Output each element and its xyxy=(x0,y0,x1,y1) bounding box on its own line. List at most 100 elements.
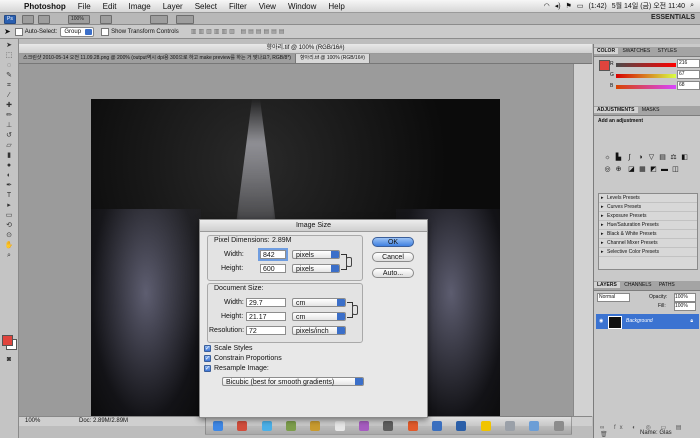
stamp-tool-icon[interactable]: ⊥ xyxy=(4,122,14,129)
quick-select-tool-icon[interactable]: ✎ xyxy=(4,72,14,79)
eraser-tool-icon[interactable]: ▱ xyxy=(4,142,14,149)
invert-icon[interactable]: ◪ xyxy=(627,166,636,174)
doc-height-input[interactable]: 21.17 xyxy=(246,312,286,321)
doc-width-unit-select[interactable]: cm xyxy=(292,298,346,307)
gradient-tool-icon[interactable]: ▮ xyxy=(4,152,14,159)
cancel-button[interactable]: Cancel xyxy=(372,252,414,262)
hand-tool-icon[interactable]: ✋ xyxy=(4,242,14,249)
dodge-tool-icon[interactable]: ◐ xyxy=(4,172,14,179)
menu-app-name[interactable]: Photoshop xyxy=(20,2,72,11)
foreground-color-swatch[interactable] xyxy=(2,335,13,346)
channel-mixer-icon[interactable]: ⊕ xyxy=(614,166,623,174)
tab-color[interactable]: COLOR xyxy=(594,48,619,54)
itunes-icon[interactable] xyxy=(359,420,370,431)
auto-button[interactable]: Auto... xyxy=(372,268,414,278)
volume-icon[interactable]: ◂) xyxy=(555,2,561,10)
quick-mask-icon[interactable]: ◙ xyxy=(4,356,14,363)
healing-tool-icon[interactable]: ✚ xyxy=(4,102,14,109)
vertical-scrollbar[interactable] xyxy=(573,64,593,416)
tab-hyangari[interactable]: 향아리.tif @ 100% (RGB/16#) xyxy=(295,54,370,63)
tab-channels[interactable]: CHANNELS xyxy=(621,282,654,288)
tab-masks[interactable]: MASKS xyxy=(639,107,663,113)
align-icons[interactable]: ▥▥▥▥▥▥ ▤▤▤▤▤▤ xyxy=(191,28,287,35)
visibility-eye-icon[interactable]: ◉ xyxy=(599,314,603,329)
doc-width-input[interactable]: 29.7 xyxy=(246,298,286,307)
safari-icon[interactable] xyxy=(261,420,272,431)
hue-saturation-icon[interactable]: ▤ xyxy=(658,154,667,162)
doc-height-unit-select[interactable]: cm xyxy=(292,312,346,321)
menu-window[interactable]: Window xyxy=(282,2,322,11)
preset-channel-mixer[interactable]: Channel Mixer Presets xyxy=(599,239,697,248)
posterize-icon[interactable]: ▦ xyxy=(638,166,647,174)
green-value[interactable]: 67 xyxy=(677,70,700,79)
exposure-icon[interactable]: ◑ xyxy=(636,154,645,162)
menu-layer[interactable]: Layer xyxy=(157,2,189,11)
tab-styles[interactable]: STYLES xyxy=(655,48,680,54)
preset-curves[interactable]: Curves Presets xyxy=(599,203,697,212)
bridge-button[interactable] xyxy=(22,15,34,24)
calendar-icon[interactable] xyxy=(334,420,345,431)
status-doc-size[interactable]: Doc: 2.89M/2.89M xyxy=(79,417,128,426)
auto-select-dropdown[interactable]: Group xyxy=(60,26,95,37)
hand-icon[interactable] xyxy=(100,15,112,24)
marquee-tool-icon[interactable]: ⬚ xyxy=(4,52,14,59)
tab-swatches[interactable]: SWATCHES xyxy=(619,48,653,54)
history-brush-icon[interactable]: ↺ xyxy=(4,132,14,139)
fill-value[interactable]: 100% xyxy=(674,302,696,311)
ok-button[interactable]: OK xyxy=(372,237,414,247)
photoshop-icon[interactable] xyxy=(456,420,467,431)
menu-view[interactable]: View xyxy=(253,2,282,11)
move-tool-icon[interactable]: ➤ xyxy=(4,42,14,49)
zoom-level-select[interactable]: 100% xyxy=(68,15,90,24)
layer-row-background[interactable]: ◉ Background 🔒︎ xyxy=(596,314,699,329)
dashboard-icon[interactable] xyxy=(237,420,248,431)
mail-icon[interactable] xyxy=(310,420,321,431)
preset-selective-color[interactable]: Selective Color Presets xyxy=(599,248,697,257)
tab-adjustments[interactable]: ADJUSTMENTS xyxy=(594,107,638,113)
ps-logo-icon[interactable]: Ps xyxy=(4,15,16,24)
blend-mode-select[interactable]: Normal xyxy=(597,293,630,302)
menu-help[interactable]: Help xyxy=(322,2,350,11)
screen-mode-button[interactable] xyxy=(176,15,194,24)
constrain-proportions-checkbox[interactable]: ✓ xyxy=(204,355,211,362)
green-slider[interactable] xyxy=(616,74,676,78)
red-slider[interactable] xyxy=(616,63,676,67)
color-balance-icon[interactable]: ⚖ xyxy=(669,154,678,162)
clock[interactable]: 5월 14일 (금) 오전 11:40 xyxy=(612,1,685,11)
status-zoom[interactable]: 100% xyxy=(25,417,40,426)
pixel-width-unit-select[interactable]: pixels xyxy=(292,250,340,259)
zoom-tool-icon[interactable]: ⌕ xyxy=(4,252,14,259)
tab-paths[interactable]: PATHS xyxy=(656,282,678,288)
3d-orbit-tool-icon[interactable]: ⊙ xyxy=(4,232,14,239)
3d-rotate-tool-icon[interactable]: ⟲ xyxy=(4,222,14,229)
shape-tool-icon[interactable]: ▭ xyxy=(4,212,14,219)
trash-icon[interactable] xyxy=(553,420,564,431)
documents-icon[interactable] xyxy=(529,420,540,431)
opacity-value[interactable]: 100% xyxy=(674,293,696,302)
spotlight-icon[interactable]: ⌕ xyxy=(690,2,694,10)
lasso-tool-icon[interactable]: ◌ xyxy=(4,62,14,69)
menu-image[interactable]: Image xyxy=(122,2,156,11)
wifi-icon[interactable]: ◠ xyxy=(544,2,550,10)
pixel-height-input[interactable]: 600 xyxy=(260,264,286,273)
ichat-icon[interactable] xyxy=(286,420,297,431)
tab-screenshot[interactable]: 스크린샷 2010-05-14 오전 11.09.28.png @ 200% (… xyxy=(19,54,296,63)
threshold-icon[interactable]: ◩ xyxy=(649,166,658,174)
levels-icon[interactable]: ▙ xyxy=(614,154,623,162)
red-value[interactable]: 216 xyxy=(677,59,700,68)
move-tool-icon[interactable]: ➤ xyxy=(4,27,11,36)
eyedropper-tool-icon[interactable]: ⁄ xyxy=(4,92,14,99)
mini-bridge-button[interactable] xyxy=(38,15,50,24)
photobooth-icon[interactable] xyxy=(383,420,394,431)
preferences-icon[interactable] xyxy=(505,420,516,431)
notes-icon[interactable] xyxy=(480,420,491,431)
auto-select-checkbox[interactable] xyxy=(14,27,23,36)
color-swatch[interactable] xyxy=(599,60,610,71)
transform-controls-checkbox[interactable] xyxy=(101,27,110,36)
black-white-icon[interactable]: ◧ xyxy=(680,154,689,162)
preset-levels[interactable]: Levels Presets xyxy=(599,194,697,203)
workspace-switcher[interactable]: ESSENTIALS xyxy=(651,14,695,21)
scale-styles-checkbox[interactable]: ✓ xyxy=(204,345,211,352)
brush-tool-icon[interactable]: ✏ xyxy=(4,112,14,119)
menu-filter[interactable]: Filter xyxy=(223,2,253,11)
